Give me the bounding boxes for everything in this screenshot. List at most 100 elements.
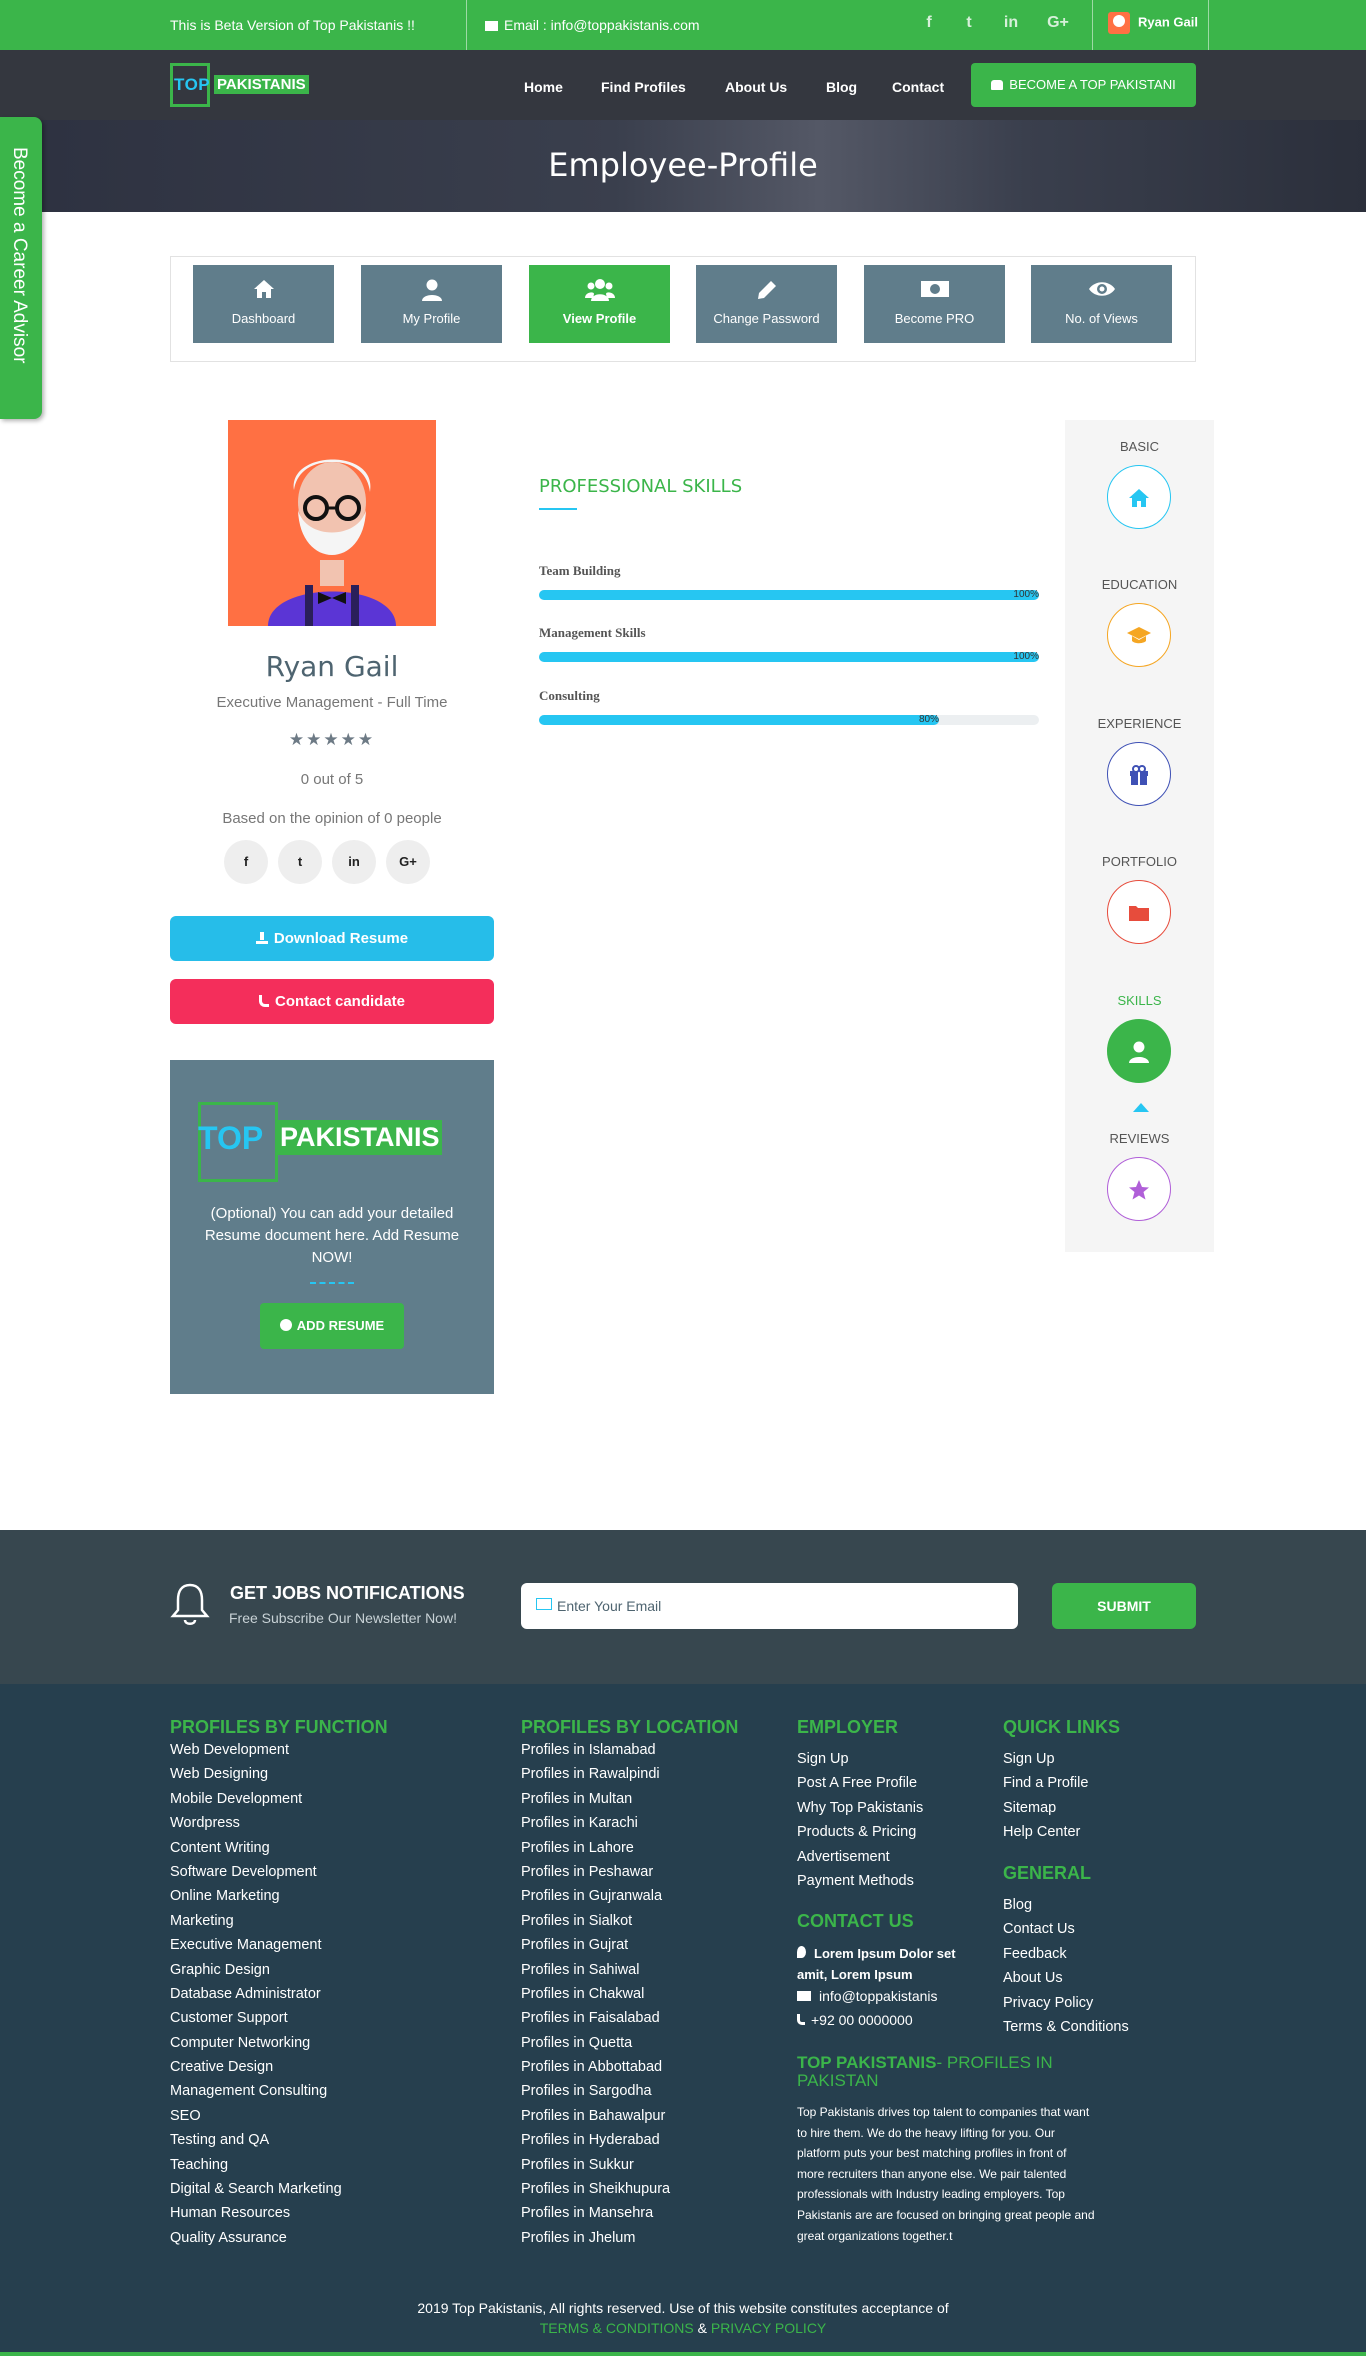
tab-view-profile[interactable]: View Profile [529, 265, 670, 343]
facebook-icon[interactable]: f [917, 14, 941, 36]
tab-dashboard[interactable]: Dashboard [193, 265, 334, 343]
location-link[interactable]: Profiles in Quetta [521, 2031, 670, 2055]
function-link[interactable]: Human Resources [170, 2201, 342, 2225]
function-link[interactable]: Quality Assurance [170, 2226, 342, 2250]
location-link[interactable]: Profiles in Faisalabad [521, 2006, 670, 2030]
function-link[interactable]: Marketing [170, 1909, 342, 1933]
function-link[interactable]: Teaching [170, 2153, 342, 2177]
education-section-button[interactable] [1107, 603, 1171, 667]
employer-link[interactable]: Why Top Pakistanis [797, 1796, 923, 1820]
general-link[interactable]: About Us [1003, 1966, 1129, 1990]
location-link[interactable]: Profiles in Sukkur [521, 2153, 670, 2177]
tab-become-pro[interactable]: Become PRO [864, 265, 1005, 343]
function-link[interactable]: Web Development [170, 1738, 342, 1762]
tab-change-password[interactable]: Change Password [696, 265, 837, 343]
rating-score: 0 out of 5 [300, 771, 364, 788]
location-link[interactable]: Profiles in Abbottabad [521, 2055, 670, 2079]
function-link[interactable]: Creative Design [170, 2055, 342, 2079]
skills-section-button[interactable] [1107, 1019, 1171, 1083]
function-link[interactable]: Software Development [170, 1860, 342, 1884]
function-link[interactable]: Web Designing [170, 1762, 342, 1786]
contact-candidate-button[interactable]: Contact candidate [170, 979, 494, 1024]
function-link[interactable]: Management Consulting [170, 2079, 342, 2103]
site-logo[interactable]: TOP PAKISTANIS [170, 63, 320, 107]
general-link[interactable]: Terms & Conditions [1003, 2015, 1129, 2039]
newsletter-submit-button[interactable]: SUBMIT [1052, 1583, 1196, 1629]
reviews-section-button[interactable] [1107, 1157, 1171, 1221]
function-link[interactable]: Wordpress [170, 1811, 342, 1835]
quick-link[interactable]: Help Center [1003, 1820, 1088, 1844]
google-plus-icon[interactable]: G+ [386, 840, 430, 884]
general-link[interactable]: Privacy Policy [1003, 1991, 1129, 2015]
function-link[interactable]: SEO [170, 2104, 342, 2128]
function-link[interactable]: Content Writing [170, 1836, 342, 1860]
privacy-link[interactable]: PRIVACY POLICY [711, 2320, 826, 2336]
experience-section-button[interactable] [1107, 742, 1171, 806]
nav-contact[interactable]: Contact [892, 79, 944, 95]
twitter-icon[interactable]: t [957, 14, 981, 36]
location-link[interactable]: Profiles in Mansehra [521, 2201, 670, 2225]
employer-link[interactable]: Payment Methods [797, 1869, 923, 1893]
general-link[interactable]: Feedback [1003, 1942, 1129, 1966]
location-link[interactable]: Profiles in Gujranwala [521, 1884, 670, 1908]
nav-find-profiles[interactable]: Find Profiles [601, 79, 686, 95]
nav-home[interactable]: Home [524, 79, 563, 95]
portfolio-section-button[interactable] [1107, 880, 1171, 944]
nav-blog[interactable]: Blog [826, 79, 857, 95]
function-link[interactable]: Computer Networking [170, 2031, 342, 2055]
location-link[interactable]: Profiles in Hyderabad [521, 2128, 670, 2152]
function-link[interactable]: Testing and QA [170, 2128, 342, 2152]
email-link[interactable]: Email : info@toppakistanis.com [485, 17, 700, 33]
location-link[interactable]: Profiles in Multan [521, 1787, 670, 1811]
google-plus-icon[interactable]: G+ [1043, 14, 1073, 36]
location-link[interactable]: Profiles in Gujrat [521, 1933, 670, 1957]
become-top-pakistani-button[interactable]: BECOME A TOP PAKISTANI [971, 63, 1196, 107]
location-link[interactable]: Profiles in Lahore [521, 1836, 670, 1860]
general-link[interactable]: Blog [1003, 1893, 1129, 1917]
location-link[interactable]: Profiles in Rawalpindi [521, 1762, 670, 1786]
tab-number-of-views[interactable]: No. of Views [1031, 265, 1172, 343]
function-link[interactable]: Mobile Development [170, 1787, 342, 1811]
function-link[interactable]: Database Administrator [170, 1982, 342, 2006]
quick-link[interactable]: Find a Profile [1003, 1771, 1088, 1795]
location-link[interactable]: Profiles in Sialkot [521, 1909, 670, 1933]
employer-link[interactable]: Products & Pricing [797, 1820, 923, 1844]
location-link[interactable]: Profiles in Karachi [521, 1811, 670, 1835]
skill-percent: 100% [1013, 589, 1039, 600]
employer-link[interactable]: Sign Up [797, 1747, 923, 1771]
location-link[interactable]: Profiles in Sahiwal [521, 1958, 670, 1982]
function-link[interactable]: Online Marketing [170, 1884, 342, 1908]
tab-my-profile[interactable]: My Profile [361, 265, 502, 343]
location-link[interactable]: Profiles in Chakwal [521, 1982, 670, 2006]
function-link[interactable]: Executive Management [170, 1933, 342, 1957]
function-link[interactable]: Graphic Design [170, 1958, 342, 1982]
location-link[interactable]: Profiles in Peshawar [521, 1860, 670, 1884]
basic-section-button[interactable] [1107, 465, 1171, 529]
skill-percent: 80% [918, 714, 939, 725]
twitter-icon[interactable]: t [278, 840, 322, 884]
employer-link[interactable]: Post A Free Profile [797, 1771, 923, 1795]
location-link[interactable]: Profiles in Jhelum [521, 2226, 670, 2250]
general-link[interactable]: Contact Us [1003, 1917, 1129, 1941]
linkedin-icon[interactable]: in [332, 840, 376, 884]
newsletter-email-input[interactable] [557, 1583, 1007, 1629]
career-advisor-tab[interactable]: Become a Career Advisor [0, 117, 42, 419]
facebook-icon[interactable]: f [224, 840, 268, 884]
rating-stars: ★★★★★ [288, 730, 376, 749]
function-link[interactable]: Digital & Search Marketing [170, 2177, 342, 2201]
function-link[interactable]: Customer Support [170, 2006, 342, 2030]
download-resume-button[interactable]: Download Resume [170, 916, 494, 961]
quick-link[interactable]: Sitemap [1003, 1796, 1088, 1820]
footer-heading-general: GENERAL [1003, 1863, 1092, 1883]
location-link[interactable]: Profiles in Bahawalpur [521, 2104, 670, 2128]
terms-link[interactable]: TERMS & CONDITIONS [540, 2320, 694, 2336]
location-link[interactable]: Profiles in Islamabad [521, 1738, 670, 1762]
add-resume-button[interactable]: ADD RESUME [260, 1303, 404, 1349]
linkedin-icon[interactable]: in [999, 14, 1023, 36]
quick-link[interactable]: Sign Up [1003, 1747, 1088, 1771]
location-link[interactable]: Profiles in Sargodha [521, 2079, 670, 2103]
nav-about-us[interactable]: About Us [725, 79, 787, 95]
location-link[interactable]: Profiles in Sheikhupura [521, 2177, 670, 2201]
employer-link[interactable]: Advertisement [797, 1845, 923, 1869]
user-menu[interactable]: Ryan Gail [1108, 12, 1198, 34]
